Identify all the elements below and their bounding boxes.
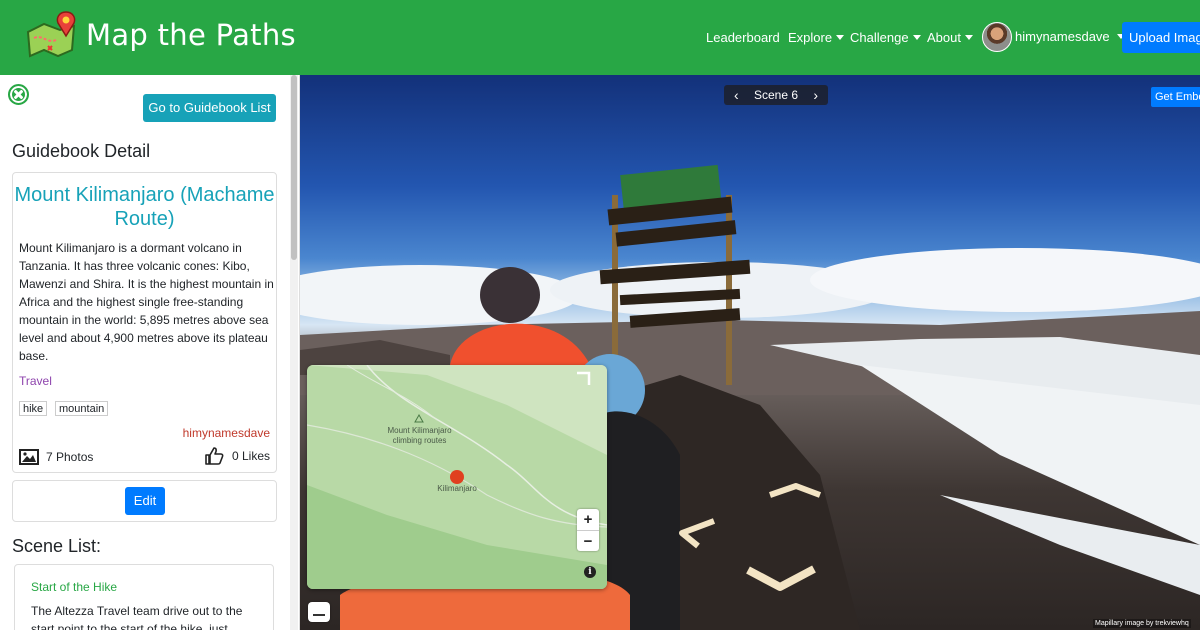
- nav-leaderboard-link[interactable]: Leaderboard: [706, 30, 780, 45]
- username-label: himynamesdave: [1015, 29, 1110, 44]
- go-to-guidebook-list-button[interactable]: Go to Guidebook List: [143, 94, 276, 122]
- close-sidebar-icon[interactable]: [8, 84, 29, 105]
- tag-badge[interactable]: mountain: [55, 401, 109, 416]
- guidebook-card: Mount Kilimanjaro (Machame Route) Mount …: [12, 172, 277, 473]
- chevron-right-icon[interactable]: ›: [813, 87, 818, 103]
- location-marker[interactable]: [449, 469, 465, 485]
- nav-challenge-dropdown[interactable]: Challenge: [850, 30, 921, 45]
- top-navbar: Map the Paths Leaderboard Explore Challe…: [0, 0, 1200, 75]
- user-menu-dropdown[interactable]: himynamesdave: [1015, 29, 1125, 44]
- edit-button[interactable]: Edit: [125, 487, 165, 515]
- map-info-icon[interactable]: i: [584, 566, 596, 578]
- guidebook-detail-heading: Guidebook Detail: [12, 141, 151, 161]
- nav-about-dropdown[interactable]: About: [927, 30, 973, 45]
- likes-label: 0 Likes: [231, 449, 270, 463]
- nav-challenge-label: Challenge: [850, 30, 909, 45]
- nav-about-label: About: [927, 30, 961, 45]
- image-attribution[interactable]: Mapillary image by trekviewhq: [1093, 619, 1191, 628]
- tag-badge[interactable]: hike: [19, 401, 48, 416]
- guidebook-description: Mount Kilimanjaro is a dormant volcano i…: [19, 241, 274, 363]
- scrollbar-thumb[interactable]: [291, 75, 297, 260]
- photo-count-label: 7 Photos: [46, 450, 94, 464]
- upload-image-button[interactable]: Upload Image: [1122, 22, 1200, 53]
- like-button[interactable]: 0 Likes: [204, 446, 270, 466]
- brand-home-link[interactable]: Map the Paths: [24, 10, 296, 60]
- map-marker-label: Kilimanjaro: [437, 484, 477, 493]
- map-peak-label: Mount Kilimanjaro climbing routes: [387, 426, 452, 445]
- user-avatar[interactable]: [982, 22, 1012, 52]
- image-icon: [19, 449, 39, 465]
- nav-explore-label: Explore: [788, 30, 833, 45]
- caret-down-icon: [836, 35, 845, 40]
- brand-title: Map the Paths: [86, 18, 296, 52]
- map-pin-logo-icon: [26, 11, 76, 58]
- nav-explore-dropdown[interactable]: Explore: [788, 30, 845, 45]
- scene-list-heading: Scene List:: [12, 536, 102, 556]
- zoom-in-button[interactable]: +: [577, 509, 599, 530]
- minimize-map-button[interactable]: [308, 602, 330, 622]
- caret-down-icon: [912, 35, 921, 40]
- nav-leaderboard-label: Leaderboard: [706, 30, 780, 45]
- guidebook-category-link[interactable]: Travel: [19, 374, 52, 388]
- get-embed-button[interactable]: Get Embed: [1151, 87, 1200, 107]
- sidebar-scrollbar[interactable]: [290, 75, 298, 630]
- edit-card: Edit: [12, 480, 277, 522]
- chevron-left-icon[interactable]: ‹: [734, 87, 739, 103]
- scene-item-description: The Altezza Travel team drive out to the…: [31, 604, 243, 630]
- caret-down-icon: [964, 35, 973, 40]
- guidebook-sidebar: Go to Guidebook List Guidebook Detail Mo…: [0, 75, 300, 630]
- scene-item-title[interactable]: Start of the Hike: [31, 580, 117, 594]
- scene-label: Scene 6: [753, 88, 799, 102]
- zoom-out-button[interactable]: −: [577, 530, 599, 551]
- map-zoom-controls: + −: [577, 509, 599, 551]
- panorama-viewer[interactable]: ‹ Scene 6 › Get Embed Mount Kilimanjaro …: [300, 75, 1200, 630]
- scene-navigator: ‹ Scene 6 ›: [724, 85, 828, 105]
- thumbs-up-icon: [205, 447, 224, 465]
- guidebook-author-link[interactable]: himynamesdave: [183, 426, 270, 440]
- photo-count: 7 Photos: [19, 449, 93, 465]
- guidebook-title[interactable]: Mount Kilimanjaro (Machame Route): [13, 183, 276, 231]
- mini-map[interactable]: Mount Kilimanjaro climbing routes Kilima…: [307, 365, 607, 589]
